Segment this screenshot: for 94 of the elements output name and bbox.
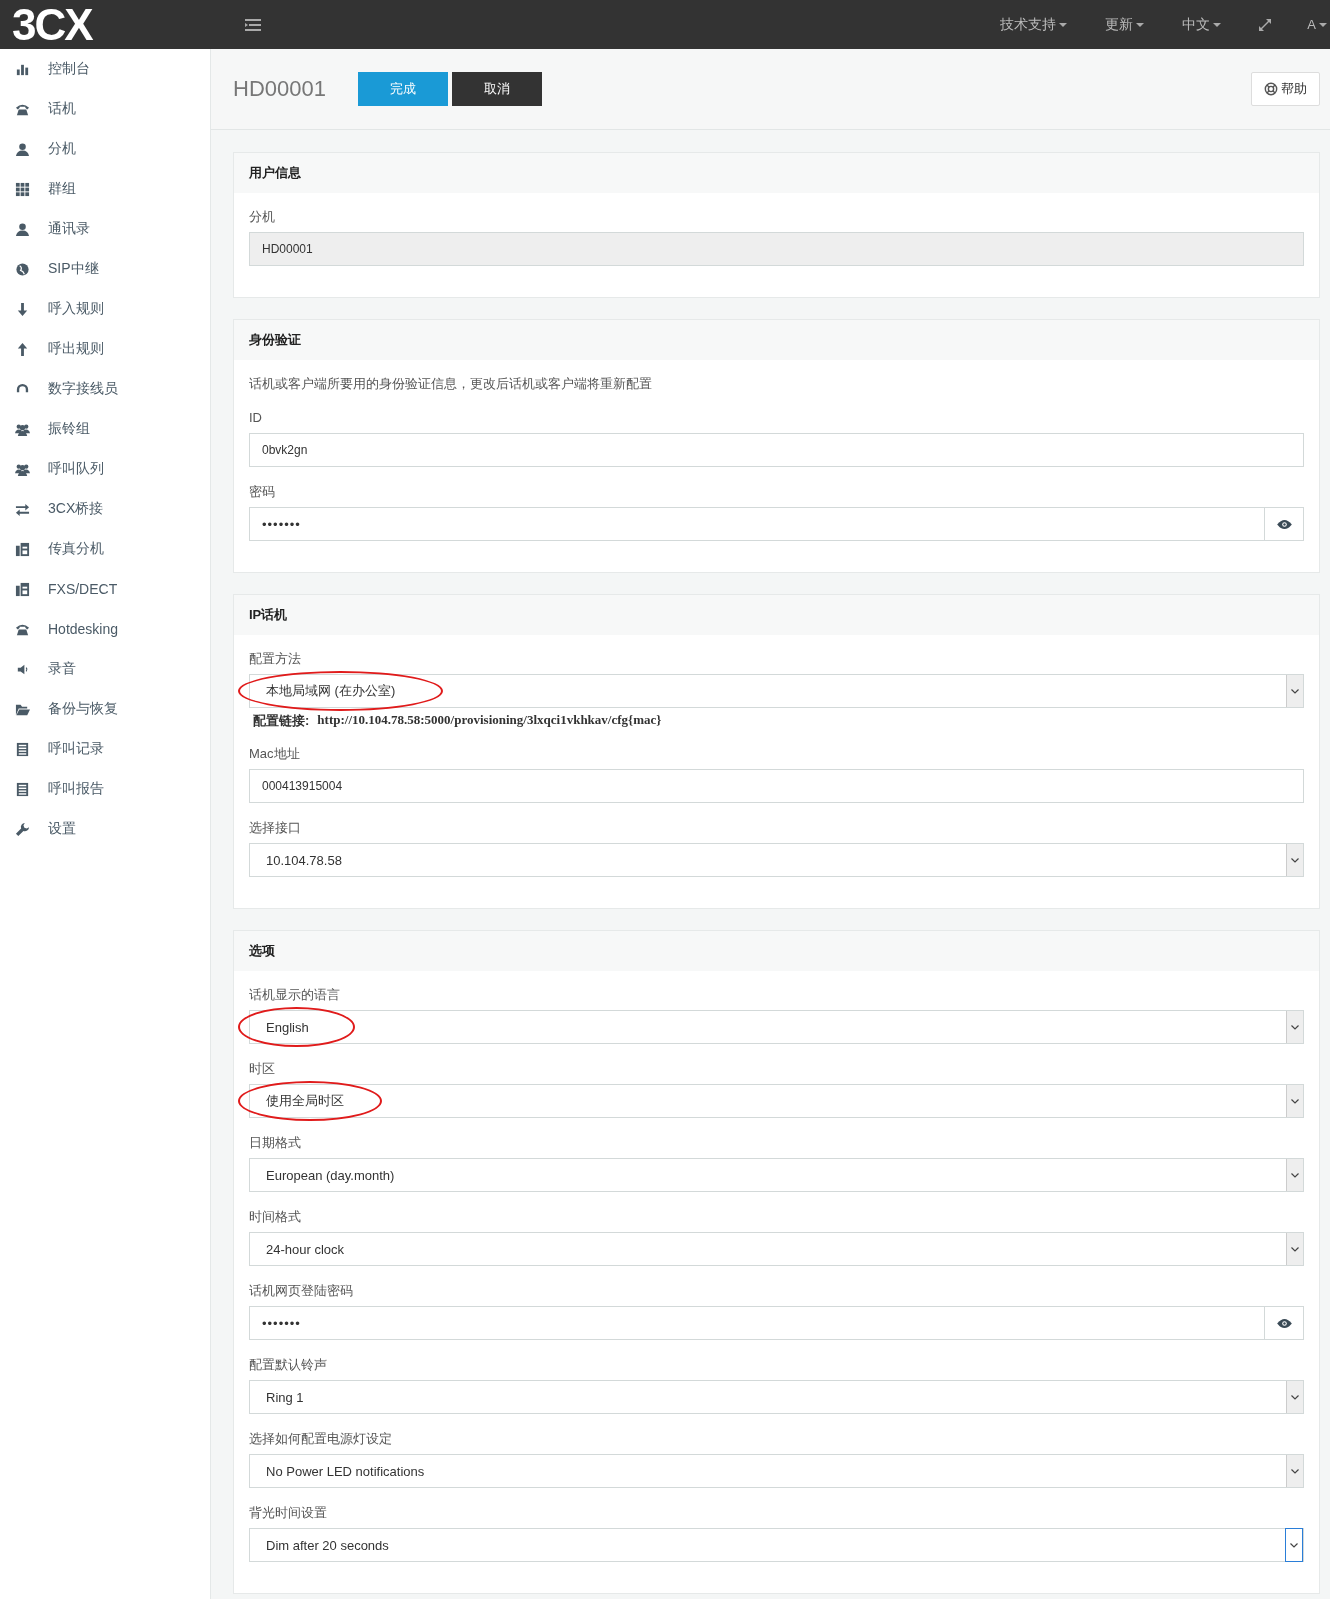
help-button[interactable]: 帮助 bbox=[1251, 72, 1320, 106]
wrench-icon bbox=[15, 821, 30, 837]
lifebuoy-icon bbox=[1264, 82, 1278, 96]
select-field[interactable]: European (day.month) bbox=[249, 1158, 1304, 1192]
field-label: ID bbox=[249, 409, 263, 427]
panel-description: 话机或客户端所要用的身份验证信息，更改后话机或客户端将重新配置 bbox=[249, 375, 653, 393]
chevron-down-icon bbox=[1291, 1098, 1299, 1104]
select-field[interactable]: 10.104.78.58 bbox=[249, 843, 1304, 877]
list-icon bbox=[15, 781, 30, 797]
sidebar-item[interactable]: 话机 bbox=[0, 89, 210, 129]
fax-icon bbox=[15, 581, 30, 597]
password-field[interactable]: ••••••• bbox=[249, 507, 1265, 541]
select-field[interactable]: 使用全局时区 bbox=[249, 1084, 1304, 1118]
eye-icon bbox=[1276, 1317, 1292, 1329]
user-icon bbox=[15, 221, 30, 237]
nav-menu[interactable]: 更新 bbox=[1105, 15, 1145, 34]
chevron-down-icon bbox=[1291, 857, 1299, 863]
sidebar-item[interactable]: 传真分机 bbox=[0, 529, 210, 569]
sidebar-item[interactable]: 设置 bbox=[0, 809, 210, 849]
eye-icon bbox=[1276, 518, 1292, 530]
chevron-down-icon bbox=[1291, 1246, 1299, 1252]
sidebar-item[interactable]: 呼叫记录 bbox=[0, 729, 210, 769]
user-menu[interactable]: A bbox=[1307, 17, 1327, 32]
field-label: 密码 bbox=[249, 483, 276, 501]
sidebar-item[interactable]: 通讯录 bbox=[0, 209, 210, 249]
field-label: 话机显示的语言 bbox=[249, 986, 341, 1004]
field-label: 配置方法 bbox=[249, 650, 302, 668]
field-label: 话机网页登陆密码 bbox=[249, 1282, 354, 1300]
chevron-down-icon bbox=[1291, 688, 1299, 694]
show-password-button[interactable] bbox=[1265, 1306, 1304, 1340]
chevron-down-icon bbox=[1291, 1172, 1299, 1178]
select-field[interactable]: English bbox=[249, 1010, 1304, 1044]
select-field[interactable]: Ring 1 bbox=[249, 1380, 1304, 1414]
select-field[interactable]: 本地局域网 (在办公室) bbox=[249, 674, 1304, 708]
sidebar-item[interactable]: 群组 bbox=[0, 169, 210, 209]
provisioning-url: http://10.104.78.58:5000/provisioning/3lxqci1vkhkav/cfg{mac} bbox=[317, 712, 662, 729]
sidebar-item[interactable]: 控制台 bbox=[0, 49, 210, 89]
input-field[interactable]: 0bvk2gn bbox=[249, 433, 1304, 467]
sidebar-item[interactable]: 录音 bbox=[0, 649, 210, 689]
input-field[interactable]: HD00001 bbox=[249, 232, 1304, 266]
field-label: 时区 bbox=[249, 1060, 276, 1078]
chevron-down-icon bbox=[1290, 1542, 1298, 1548]
sidebar-item[interactable]: 数字接线员 bbox=[0, 369, 210, 409]
caret-icon bbox=[1319, 22, 1327, 27]
grid-icon bbox=[15, 181, 30, 197]
page-title: HD00001 bbox=[233, 76, 326, 102]
caret-icon bbox=[1136, 22, 1145, 27]
sidebar-item[interactable]: 呼入规则 bbox=[0, 289, 210, 329]
fax-icon bbox=[15, 541, 30, 557]
chevron-down-icon bbox=[1291, 1468, 1299, 1474]
panel-title: IP话机 bbox=[249, 606, 288, 624]
panel-title: 身份验证 bbox=[249, 331, 301, 349]
sidebar-item[interactable]: 3CX桥接 bbox=[0, 489, 210, 529]
select-field[interactable]: No Power LED notifications bbox=[249, 1454, 1304, 1488]
panel-title: 用户信息 bbox=[249, 164, 301, 182]
nav-menu[interactable]: 中文 bbox=[1182, 15, 1222, 34]
caret-icon bbox=[1059, 22, 1068, 27]
arrow-up-icon bbox=[15, 341, 30, 357]
field-label: 配置默认铃声 bbox=[249, 1356, 328, 1374]
chevron-down-icon bbox=[1291, 1394, 1299, 1400]
field-label: 日期格式 bbox=[249, 1134, 302, 1152]
password-field[interactable]: ••••••• bbox=[249, 1306, 1265, 1340]
sidebar-item[interactable]: 分机 bbox=[0, 129, 210, 169]
user-icon bbox=[15, 141, 30, 157]
input-field[interactable]: 000413915004 bbox=[249, 769, 1304, 803]
field-label: 选择接口 bbox=[249, 819, 302, 837]
sidebar-item[interactable]: 振铃组 bbox=[0, 409, 210, 449]
sidebar-item[interactable]: FXS/DECT bbox=[0, 569, 210, 609]
menu-icon[interactable] bbox=[245, 18, 261, 31]
sidebar-item[interactable]: 呼出规则 bbox=[0, 329, 210, 369]
panel-title: 选项 bbox=[249, 942, 275, 960]
sidebar-item[interactable]: SIP中继 bbox=[0, 249, 210, 289]
nav-menu[interactable]: 技术支持 bbox=[1000, 15, 1068, 34]
sidebar-item[interactable]: 呼叫报告 bbox=[0, 769, 210, 809]
list-icon bbox=[15, 741, 30, 757]
arrow-down-icon bbox=[15, 301, 30, 317]
sidebar-item[interactable]: 备份与恢复 bbox=[0, 689, 210, 729]
note-label: 配置链接: bbox=[253, 712, 310, 730]
field-label: 选择如何配置电源灯设定 bbox=[249, 1430, 393, 1448]
select-field[interactable]: 24-hour clock bbox=[249, 1232, 1304, 1266]
swap-icon bbox=[15, 501, 30, 517]
show-password-button[interactable] bbox=[1265, 507, 1304, 541]
field-label: 时间格式 bbox=[249, 1208, 302, 1226]
field-label: 分机 bbox=[249, 208, 276, 226]
logo: 3CX bbox=[12, 0, 92, 49]
sidebar-item[interactable]: 呼叫队列 bbox=[0, 449, 210, 489]
field-label: 背光时间设置 bbox=[249, 1504, 328, 1522]
caret-icon bbox=[1213, 22, 1222, 27]
expand-icon[interactable] bbox=[1259, 18, 1272, 31]
select-field[interactable]: Dim after 20 seconds bbox=[249, 1528, 1304, 1562]
sidebar-item[interactable]: Hotdesking bbox=[0, 609, 210, 649]
cancel-button[interactable]: 取消 bbox=[451, 72, 542, 106]
chevron-down-icon bbox=[1291, 1024, 1299, 1030]
field-label: Mac地址 bbox=[249, 745, 301, 763]
